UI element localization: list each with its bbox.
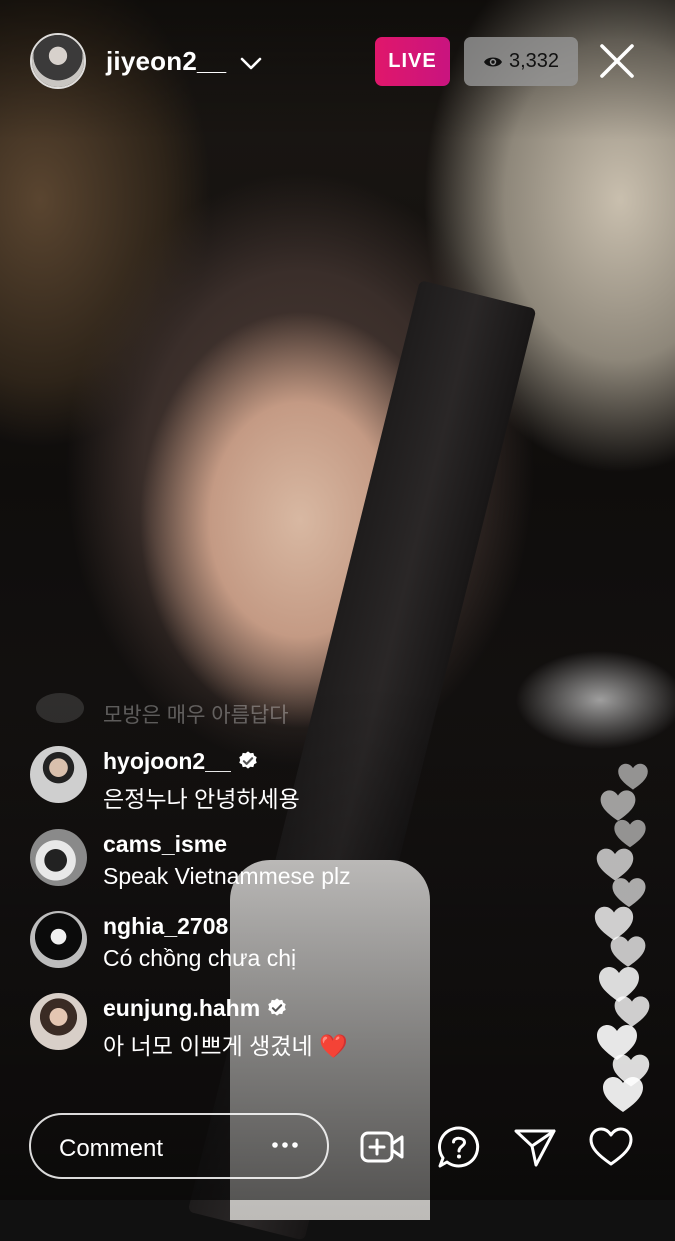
- question-icon[interactable]: [436, 1124, 482, 1170]
- live-badge: LIVE: [375, 37, 450, 86]
- comment-username[interactable]: hyojoon2__: [103, 748, 259, 775]
- comment-avatar[interactable]: [30, 746, 87, 803]
- eye-icon: [483, 57, 502, 66]
- floating-heart-icon: [603, 1077, 643, 1112]
- comment-username[interactable]: nghia_2708: [103, 913, 228, 940]
- comment-avatar[interactable]: [30, 993, 87, 1050]
- send-icon[interactable]: [512, 1124, 558, 1170]
- comment-item[interactable]: eunjung.hahm 아 너모 이쁘게 생겼네 ❤️: [30, 993, 430, 1059]
- more-options-icon[interactable]: [269, 1132, 301, 1158]
- host-avatar[interactable]: [30, 33, 86, 89]
- viewer-count: 3,332: [508, 50, 560, 72]
- chevron-down-icon[interactable]: [238, 50, 264, 76]
- add-video-icon[interactable]: [359, 1124, 405, 1170]
- close-icon[interactable]: [596, 40, 638, 82]
- comment-username-text: eunjung.hahm: [103, 995, 261, 1021]
- comment-avatar[interactable]: [30, 911, 87, 968]
- comment-text: 은정누나 안녕하세용: [103, 786, 300, 812]
- comment-username-text: hyojoon2__: [103, 748, 231, 774]
- host-username[interactable]: jiyeon2__: [106, 46, 226, 77]
- comment-item[interactable]: hyojoon2__ 은정누나 안녕하세용: [30, 746, 430, 812]
- comment-item[interactable]: cams_isme Speak Vietnammese plz: [30, 829, 430, 889]
- comment-avatar[interactable]: [30, 829, 87, 886]
- verified-badge-icon: [268, 998, 286, 1016]
- faded-comment-text: 모방은 매우 아름답다: [103, 704, 289, 727]
- comment-input[interactable]: Comment: [29, 1113, 329, 1179]
- comment-text: 아 너모 이쁘게 생겼네 ❤️: [103, 1033, 348, 1059]
- verified-badge-icon: [239, 751, 257, 769]
- comment-text: Có chồng chưa chị: [103, 945, 297, 971]
- live-label: LIVE: [388, 50, 437, 72]
- comment-username[interactable]: cams_isme: [103, 831, 227, 858]
- faded-comment-avatar: [36, 693, 84, 723]
- comment-placeholder: Comment: [59, 1135, 164, 1162]
- heart-icon[interactable]: [588, 1124, 634, 1170]
- floating-hearts: [592, 760, 662, 1112]
- viewer-count-badge[interactable]: 3,332: [464, 37, 578, 86]
- comment-username[interactable]: eunjung.hahm: [103, 995, 288, 1022]
- comment-text: Speak Vietnammese plz: [103, 863, 351, 889]
- faded-comment: 모방은 매우 아름답다: [30, 693, 390, 727]
- comment-item[interactable]: nghia_2708 Có chồng chưa chị: [30, 911, 430, 971]
